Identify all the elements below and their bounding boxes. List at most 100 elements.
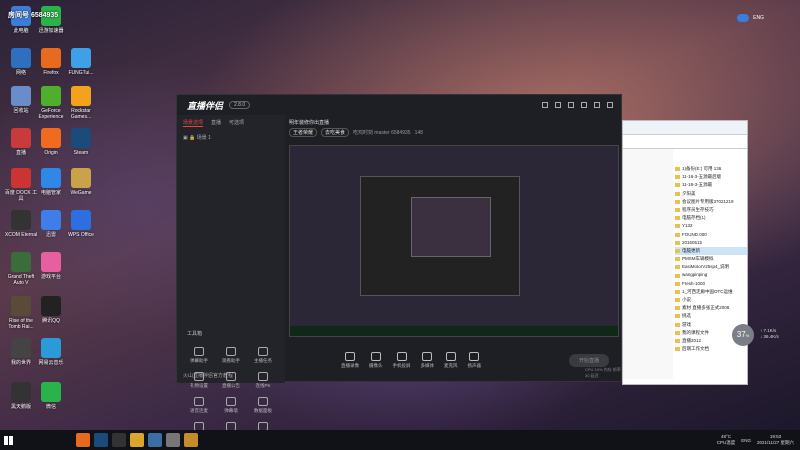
folder-icon — [675, 224, 680, 229]
folder-icon[interactable] — [130, 433, 144, 447]
file-row[interactable]: 夕阳美 — [675, 190, 747, 198]
file-row[interactable]: 后期工作文档 — [675, 345, 747, 353]
tab-options[interactable]: 可选项 — [229, 119, 244, 127]
desktop-icon[interactable]: 黑天鹅版 — [4, 382, 38, 410]
file-row[interactable]: Y132 — [675, 222, 747, 230]
app-icon[interactable] — [112, 433, 126, 447]
source-button[interactable]: 摄像头 — [369, 351, 383, 369]
stream-title[interactable]: 明年装修你出直播 — [289, 119, 619, 126]
tutorial-link[interactable]: 火山直播伴侣官方教程 — [183, 372, 233, 379]
desktop-icon[interactable]: 电脑管家 — [34, 168, 68, 196]
desktop-icon[interactable]: Origin — [34, 128, 68, 156]
tool-button[interactable]: 连线PK — [247, 372, 279, 389]
file-row[interactable]: 挑选 — [675, 312, 747, 320]
file-row[interactable]: 小说 — [675, 296, 747, 304]
desktop-icon[interactable]: Firefox — [34, 48, 68, 76]
source-button[interactable]: 扬声器 — [467, 351, 482, 369]
start-button[interactable] — [0, 430, 16, 450]
desktop-icon[interactable]: FUNGTui... — [64, 48, 98, 76]
tool-button[interactable]: 语音连麦 — [183, 397, 215, 414]
desktop-icon[interactable]: 网络 — [4, 48, 38, 76]
desktop-icon[interactable]: 微信 — [34, 382, 68, 410]
tab-scene[interactable]: 场景选项 — [183, 119, 204, 127]
tool-label: 连线PK — [255, 383, 271, 388]
source-button[interactable]: 直播录像 — [341, 351, 359, 369]
tool-button[interactable]: 弹幕墙 — [215, 397, 247, 414]
folder-icon — [675, 248, 680, 253]
desktop-icon[interactable]: 回收站 — [4, 86, 38, 114]
file-row[interactable]: 11-18-3-五源最后版 — [675, 173, 747, 181]
start-live-button[interactable]: 开始直播 — [568, 353, 609, 367]
file-name: 挑选 — [682, 313, 691, 319]
desktop-icon[interactable]: WPS Office — [64, 210, 98, 238]
file-row[interactable]: FOUND.000 — [675, 231, 747, 239]
version-badge[interactable]: 2.8.0 — [229, 101, 251, 109]
menu-icon[interactable] — [568, 102, 574, 108]
explorer-address-bar[interactable] — [623, 135, 747, 149]
file-row[interactable]: 电脑更新 — [675, 246, 747, 256]
app-icon[interactable] — [184, 433, 198, 447]
source-button[interactable]: 多媒体 — [421, 351, 434, 369]
source-button[interactable]: 手机投屏 — [393, 351, 411, 369]
file-row[interactable]: 程序员生存技巧 — [675, 206, 747, 214]
file-row[interactable]: Fresh-1000 — [675, 280, 747, 288]
desktop-icon[interactable]: XCOM Eternal — [4, 210, 38, 238]
tool-icon — [258, 372, 268, 381]
desktop-icon[interactable]: 迅雷 — [34, 210, 68, 238]
folder-icon — [675, 199, 680, 204]
file-row[interactable]: 会议图片专用版37021219 — [675, 198, 747, 206]
tag[interactable]: 去吃美食 — [321, 128, 350, 137]
cloud-icon[interactable] — [737, 14, 750, 22]
firefox-icon[interactable] — [76, 433, 90, 447]
close-icon[interactable] — [607, 102, 613, 108]
file-name: EasiMotorV25sp4_说明 — [682, 264, 730, 270]
file-row[interactable]: 20160515 — [675, 239, 747, 247]
tool-button[interactable]: 数据面板 — [247, 397, 279, 414]
file-row[interactable]: wangpinping — [675, 271, 747, 279]
desktop-icon[interactable]: 百度 DOCK 工具 — [4, 168, 38, 202]
desktop-icon[interactable]: 网易云音乐 — [34, 338, 68, 366]
file-row[interactable]: PMSM车辆模拟 — [675, 255, 747, 263]
file-row[interactable]: 1)备份(E:) 可用 136 — [675, 165, 747, 173]
tool-button[interactable]: 主播任务 — [247, 347, 279, 364]
tag[interactable]: 王者荣耀 — [289, 128, 318, 137]
desktop-icon[interactable]: Steam — [64, 128, 98, 156]
file-row[interactable]: 11-18-3-五源最 — [675, 181, 747, 189]
net-speed-ball[interactable]: 37% — [732, 324, 754, 346]
settings-icon[interactable] — [542, 102, 548, 108]
tool-button[interactable]: 弹幕助手 — [183, 347, 215, 364]
desktop-icon[interactable]: Rise of the Tomb Rai... — [4, 296, 38, 330]
minimize-icon[interactable] — [581, 102, 587, 108]
app-icon[interactable] — [148, 433, 162, 447]
tool-button[interactable]: 观看助手 — [215, 347, 247, 364]
desktop-icon[interactable]: 直播 — [4, 128, 38, 156]
folder-icon — [675, 306, 680, 311]
source-label: 扬声器 — [467, 362, 482, 368]
lang-indicator[interactable]: ENG — [741, 438, 751, 443]
maximize-icon[interactable] — [594, 102, 600, 108]
folder-icon — [675, 347, 680, 352]
scene-item[interactable]: ▣ 🔒 场景 1 — [177, 131, 285, 144]
steam-icon[interactable] — [94, 433, 108, 447]
desktop-icon[interactable]: WeGame — [64, 168, 98, 196]
preview-canvas[interactable] — [289, 145, 619, 337]
desktop-icon[interactable]: 腾讯QQ — [34, 296, 68, 324]
explorer-nav-pane[interactable] — [623, 149, 673, 379]
file-name: 小说 — [682, 297, 691, 302]
desktop-icon[interactable]: 我的世界 — [4, 338, 38, 366]
clock[interactable]: 19:53 2021/11/27 星期六 — [757, 434, 794, 446]
file-row[interactable]: EasiMotorV25sp4_说明 — [675, 263, 747, 271]
file-row[interactable]: 1_河西走廊中国OTC运维 — [675, 288, 747, 296]
desktop-icon[interactable]: Grand Theft Auto V — [4, 252, 38, 286]
source-button[interactable]: 麦克风 — [444, 351, 458, 369]
tool-label: 观看助手 — [222, 358, 240, 363]
desktop-icon[interactable]: Rockstar Games... — [64, 86, 98, 120]
file-row[interactable]: 电脑存档(1) — [675, 214, 747, 222]
desktop-icon[interactable]: 游戏平台 — [34, 252, 68, 280]
file-row[interactable]: 素材 直播多张正式2008 — [675, 304, 747, 312]
app-icon[interactable] — [166, 433, 180, 447]
tool-label: 语音连麦 — [190, 408, 208, 413]
desktop-icon[interactable]: GeForce Experience — [34, 86, 68, 120]
tab-live[interactable]: 直播 — [211, 119, 221, 127]
message-icon[interactable] — [555, 102, 561, 108]
